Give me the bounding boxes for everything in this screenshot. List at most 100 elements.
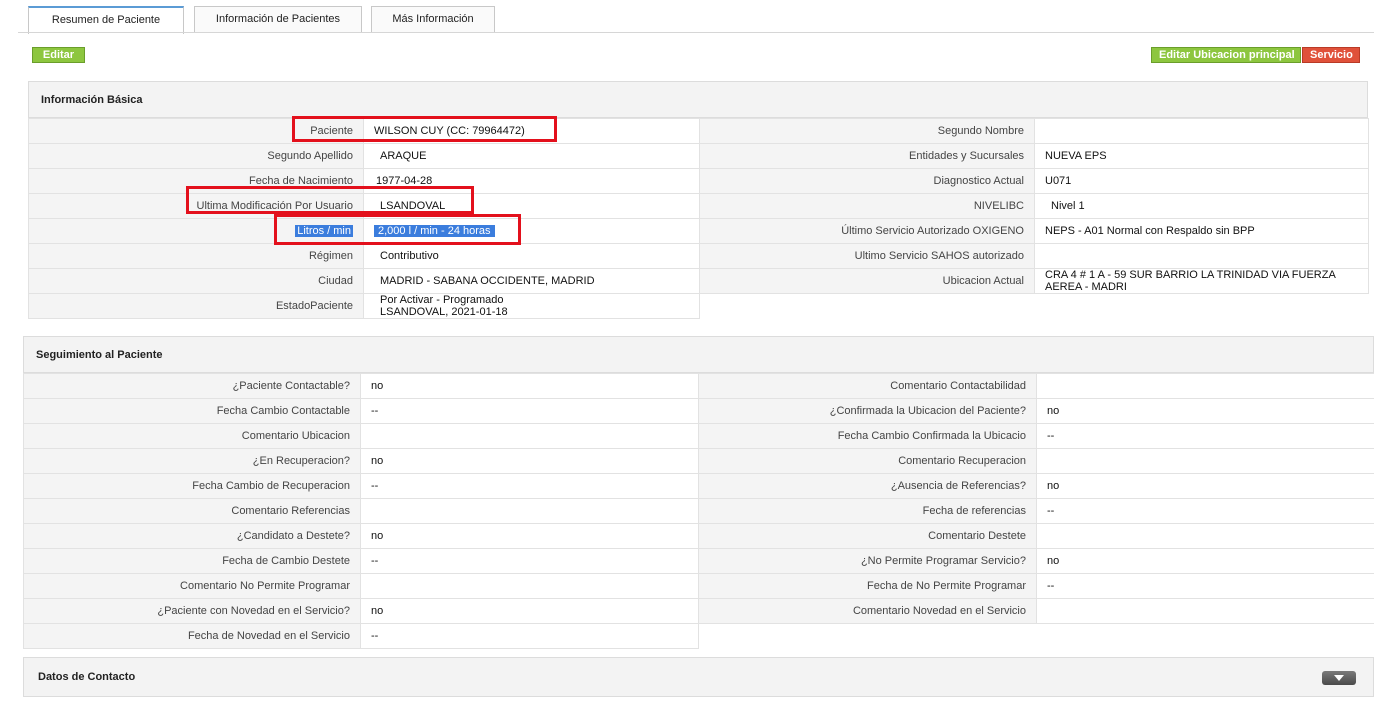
- label-diagnostico-actual: Diagnostico Actual: [699, 168, 1035, 194]
- label-comentario-ubicacion: Comentario Ubicacion: [23, 423, 361, 449]
- table-row: Ubicacion Actual CRA 4 # 1 A - 59 SUR BA…: [699, 268, 1369, 294]
- value-comentario-no-permite: [360, 573, 699, 599]
- label-fecha-cambio-destete: Fecha de Cambio Destete: [23, 548, 361, 574]
- followup-header: Seguimiento al Paciente: [23, 336, 1374, 373]
- value-diagnostico-actual: U071: [1034, 168, 1369, 194]
- label-ultimo-servicio-oxigeno: Último Servicio Autorizado OXIGENO: [699, 218, 1035, 244]
- table-row: Comentario Contactabilidad: [698, 373, 1374, 399]
- value-paciente: WILSON CUY (CC: 79964472): [363, 118, 700, 144]
- label-comentario-referencias: Comentario Referencias: [23, 498, 361, 524]
- label-regimen: Régimen: [28, 243, 364, 269]
- label-segundo-apellido: Segundo Apellido: [28, 143, 364, 169]
- service-button[interactable]: Servicio: [1302, 47, 1360, 63]
- value-ultimo-servicio-oxigeno: NEPS - A01 Normal con Respaldo sin BPP: [1034, 218, 1369, 244]
- value-comentario-destete: [1036, 523, 1374, 549]
- value-en-recuperacion: no: [360, 448, 699, 474]
- table-row: Ciudad MADRID - SABANA OCCIDENTE, MADRID: [28, 268, 700, 294]
- label-comentario-no-permite: Comentario No Permite Programar: [23, 573, 361, 599]
- label-litros-min: Litros / min: [28, 218, 364, 244]
- label-segundo-nombre: Segundo Nombre: [699, 118, 1035, 144]
- value-comentario-novedad: [1036, 598, 1374, 624]
- value-litros-min-text: 2,000 l / min - 24 horas: [374, 225, 495, 237]
- label-paciente: Paciente: [28, 118, 364, 144]
- tab-informacion-pacientes[interactable]: Información de Pacientes: [194, 6, 362, 32]
- label-estado-paciente: EstadoPaciente: [28, 293, 364, 319]
- table-row: Comentario Recuperacion: [698, 448, 1374, 474]
- value-estado-paciente-line2: LSANDOVAL, 2021-01-18: [380, 306, 508, 318]
- label-paciente-novedad: ¿Paciente con Novedad en el Servicio?: [23, 598, 361, 624]
- table-row: Fecha de Nacimiento 1977-04-28: [28, 168, 700, 194]
- table-row: Litros / min 2,000 l / min - 24 horas: [28, 218, 700, 244]
- value-ciudad: MADRID - SABANA OCCIDENTE, MADRID: [363, 268, 700, 294]
- table-row: Ultima Modificación Por Usuario LSANDOVA…: [28, 193, 700, 219]
- value-fecha-novedad: --: [360, 623, 699, 649]
- table-row: ¿Candidato a Destete? no: [23, 523, 699, 549]
- value-fecha-cambio-contactable: --: [360, 398, 699, 424]
- label-fecha-cambio-contactable: Fecha Cambio Contactable: [23, 398, 361, 424]
- value-candidato-destete: no: [360, 523, 699, 549]
- value-estado-paciente-line1: Por Activar - Programado: [380, 294, 504, 307]
- table-row: Comentario No Permite Programar: [23, 573, 699, 599]
- value-segundo-apellido: ARAQUE: [363, 143, 700, 169]
- tab-divider: [18, 32, 1374, 33]
- basic-info-title: Información Básica: [41, 93, 143, 106]
- label-comentario-novedad: Comentario Novedad en el Servicio: [698, 598, 1037, 624]
- table-row: Segundo Apellido ARAQUE: [28, 143, 700, 169]
- table-row: Régimen Contributivo: [28, 243, 700, 269]
- value-fecha-cambio-destete: --: [360, 548, 699, 574]
- table-row: Fecha de No Permite Programar --: [698, 573, 1374, 599]
- basic-info-right-table: Segundo Nombre Entidades y Sucursales NU…: [699, 118, 1369, 294]
- table-row: Entidades y Sucursales NUEVA EPS: [699, 143, 1369, 169]
- label-comentario-destete: Comentario Destete: [698, 523, 1037, 549]
- label-ausencia-referencias: ¿Ausencia de Referencias?: [698, 473, 1037, 499]
- edit-main-location-button[interactable]: Editar Ubicacion principal: [1151, 47, 1301, 63]
- value-comentario-contactabilidad: [1036, 373, 1374, 399]
- label-fecha-novedad: Fecha de Novedad en el Servicio: [23, 623, 361, 649]
- edit-button[interactable]: Editar: [32, 47, 85, 63]
- value-fecha-no-permite: --: [1036, 573, 1374, 599]
- label-paciente-contactable: ¿Paciente Contactable?: [23, 373, 361, 399]
- label-ultima-modificacion: Ultima Modificación Por Usuario: [28, 193, 364, 219]
- value-fecha-cambio-confirmada: --: [1036, 423, 1374, 449]
- table-row: ¿Paciente Contactable? no: [23, 373, 699, 399]
- label-ubicacion-actual: Ubicacion Actual: [699, 268, 1035, 294]
- label-fecha-cambio-recuperacion: Fecha Cambio de Recuperacion: [23, 473, 361, 499]
- value-segundo-nombre: [1034, 118, 1369, 144]
- table-row: EstadoPaciente Por Activar - Programado …: [28, 293, 700, 319]
- label-confirmada-ubicacion: ¿Confirmada la Ubicacion del Paciente?: [698, 398, 1037, 424]
- followup-left-table: ¿Paciente Contactable? no Fecha Cambio Co…: [23, 373, 699, 649]
- table-row: Fecha de Cambio Destete --: [23, 548, 699, 574]
- table-row: ¿Confirmada la Ubicacion del Paciente? no: [698, 398, 1374, 424]
- value-ultimo-servicio-sahos: [1034, 243, 1369, 269]
- label-ciudad: Ciudad: [28, 268, 364, 294]
- value-ultima-modificacion: LSANDOVAL: [363, 193, 700, 219]
- value-entidades-sucursales: NUEVA EPS: [1034, 143, 1369, 169]
- label-ultimo-servicio-sahos: Ultimo Servicio SAHOS autorizado: [699, 243, 1035, 269]
- table-row: Comentario Ubicacion: [23, 423, 699, 449]
- label-litros-min-text: Litros / min: [295, 225, 353, 237]
- value-ausencia-referencias: no: [1036, 473, 1374, 499]
- table-row: Paciente WILSON CUY (CC: 79964472): [28, 118, 700, 144]
- table-row: ¿Ausencia de Referencias? no: [698, 473, 1374, 499]
- contact-header[interactable]: Datos de Contacto: [23, 657, 1374, 697]
- value-fecha-referencias: --: [1036, 498, 1374, 524]
- value-fecha-cambio-recuperacion: --: [360, 473, 699, 499]
- table-row: Fecha de referencias --: [698, 498, 1374, 524]
- table-row: Diagnostico Actual U071: [699, 168, 1369, 194]
- table-row: NIVELIBC Nivel 1: [699, 193, 1369, 219]
- followup-title: Seguimiento al Paciente: [36, 348, 163, 361]
- table-row: Último Servicio Autorizado OXIGENO NEPS …: [699, 218, 1369, 244]
- chevron-down-icon[interactable]: [1322, 671, 1356, 685]
- value-nivelibc: Nivel 1: [1034, 193, 1369, 219]
- label-no-permite-programar: ¿No Permite Programar Servicio?: [698, 548, 1037, 574]
- basic-info-left-table: Paciente WILSON CUY (CC: 79964472) Segun…: [28, 118, 700, 319]
- label-fecha-referencias: Fecha de referencias: [698, 498, 1037, 524]
- label-candidato-destete: ¿Candidato a Destete?: [23, 523, 361, 549]
- label-comentario-recuperacion: Comentario Recuperacion: [698, 448, 1037, 474]
- value-confirmada-ubicacion: no: [1036, 398, 1374, 424]
- value-comentario-recuperacion: [1036, 448, 1374, 474]
- table-row: Fecha Cambio Contactable --: [23, 398, 699, 424]
- table-row: Segundo Nombre: [699, 118, 1369, 144]
- tab-mas-informacion[interactable]: Más Información: [371, 6, 495, 32]
- tab-resumen-paciente[interactable]: Resumen de Paciente: [28, 6, 184, 34]
